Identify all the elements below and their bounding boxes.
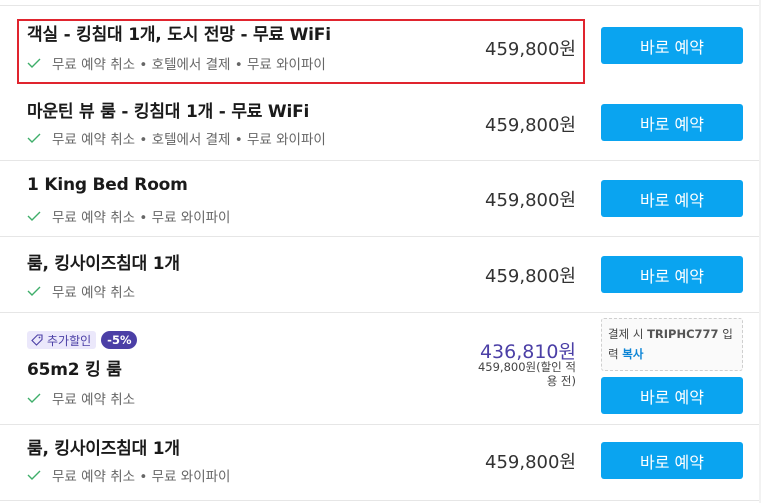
room-name: 객실 - 킹침대 1개, 도시 전망 - 무료 WiFi (27, 25, 331, 45)
copy-coupon-link[interactable]: 복사 (622, 347, 643, 361)
coupon-box: 결제 시 TRIPHC777 입 력 복사 (601, 318, 743, 371)
book-now-button[interactable]: 바로 예약 (601, 442, 743, 479)
amenities-text: 무료 예약 취소 (52, 392, 136, 408)
amenities-text: 무료 예약 취소 • 무료 와이파이 (52, 469, 231, 485)
discount-percent-badge: -5% (101, 331, 138, 349)
check-icon (27, 211, 41, 221)
room-name: 65m2 킹 룸 (27, 360, 122, 380)
amenities-text: 무료 예약 취소 (52, 285, 136, 301)
room-amenities: 무료 예약 취소 (27, 388, 135, 408)
room-amenities: 무료 예약 취소 • 호텔에서 결제 • 무료 와이파이 (27, 53, 326, 73)
room-price: 459,800원 (485, 452, 576, 473)
room-row-3: 1 King Bed Room 무료 예약 취소 • 무료 와이파이 459,8… (0, 161, 761, 237)
book-now-button[interactable]: 바로 예약 (601, 104, 743, 141)
coupon-line-1: 결제 시 TRIPHC777 입 (608, 324, 736, 344)
check-icon (27, 393, 41, 403)
room-name: 룸, 킹사이즈침대 1개 (27, 439, 180, 459)
room-row-5: 추가할인 -5% 65m2 킹 룸 무료 예약 취소 436,810원 459,… (0, 313, 761, 425)
room-name: 1 King Bed Room (27, 175, 188, 195)
room-price: 459,800원 (485, 39, 576, 60)
room-row-4: 룸, 킹사이즈침대 1개 무료 예약 취소 459,800원 바로 예약 (0, 237, 761, 313)
room-amenities: 무료 예약 취소 • 무료 와이파이 (27, 206, 230, 226)
original-price-line-2: 용 전) (546, 374, 576, 388)
room-price: 459,800원 (485, 190, 576, 211)
room-row-1: 객실 - 킹침대 1개, 도시 전망 - 무료 WiFi 무료 예약 취소 • … (0, 6, 761, 85)
book-now-button[interactable]: 바로 예약 (601, 256, 743, 293)
check-icon (27, 133, 41, 143)
room-row-6: 룸, 킹사이즈침대 1개 무료 예약 취소 • 무료 와이파이 459,800원… (0, 425, 761, 501)
room-price: 459,800원 (485, 266, 576, 287)
check-icon (27, 286, 41, 296)
room-amenities: 무료 예약 취소 • 무료 와이파이 (27, 465, 230, 485)
coupon-line-2: 력 복사 (608, 344, 736, 364)
coupon-code: TRIPHC777 (647, 327, 719, 341)
original-price-line-1: 459,800원(할인 적 (477, 360, 576, 374)
amenities-text: 무료 예약 취소 • 호텔에서 결제 • 무료 와이파이 (52, 57, 326, 73)
extra-discount-label: 추가할인 (47, 333, 92, 348)
room-amenities: 무료 예약 취소 (27, 281, 135, 301)
coupon-line-2-text: 력 (608, 347, 623, 361)
amenities-text: 무료 예약 취소 • 호텔에서 결제 • 무료 와이파이 (52, 132, 326, 148)
amenities-text: 무료 예약 취소 • 무료 와이파이 (52, 210, 231, 226)
room-name: 룸, 킹사이즈침대 1개 (27, 254, 180, 274)
room-row-2: 마운틴 뷰 룸 - 킹침대 1개 - 무료 WiFi 무료 예약 취소 • 호텔… (0, 85, 761, 161)
tag-icon (31, 334, 43, 346)
book-now-button[interactable]: 바로 예약 (601, 377, 743, 414)
check-icon (27, 58, 41, 68)
room-name: 마운틴 뷰 룸 - 킹침대 1개 - 무료 WiFi (27, 102, 310, 122)
room-amenities: 무료 예약 취소 • 호텔에서 결제 • 무료 와이파이 (27, 128, 326, 148)
original-price: 459,800원(할인 적 용 전) (466, 360, 576, 388)
check-icon (27, 470, 41, 480)
promo-badge: 추가할인 -5% (27, 331, 138, 349)
coupon-prefix: 결제 시 (608, 327, 648, 341)
coupon-suffix: 입 (718, 327, 733, 341)
room-price: 459,800원 (485, 115, 576, 136)
book-now-button[interactable]: 바로 예약 (601, 27, 743, 64)
book-now-button[interactable]: 바로 예약 (601, 180, 743, 217)
extra-discount-tag: 추가할인 (27, 331, 97, 349)
